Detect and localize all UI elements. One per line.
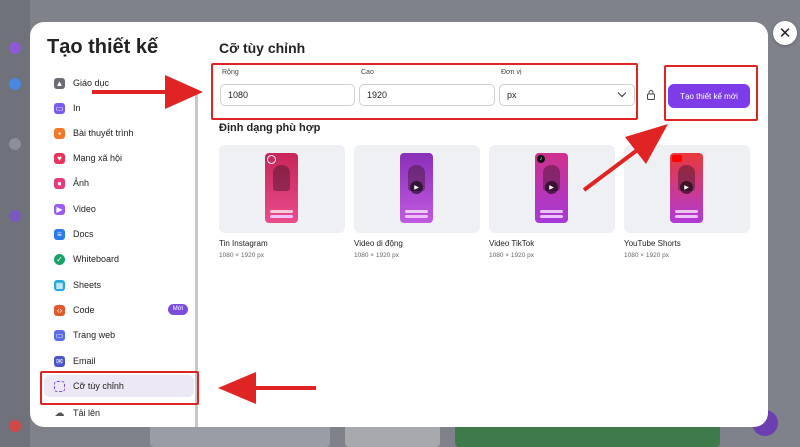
preview-line (540, 215, 563, 218)
sidebar-item-education[interactable]: ▲ Giáo dục (44, 72, 194, 94)
sidebar-item-print[interactable]: ▭ In (44, 97, 194, 119)
format-size: 1080 × 1920 px (354, 252, 399, 259)
preview-line (270, 215, 293, 218)
play-icon: ▶ (545, 181, 558, 194)
sidebar-item-photo[interactable]: ● Ảnh (44, 172, 194, 194)
cloud-upload-icon: ☁ (54, 407, 65, 419)
format-card-youtube-shorts[interactable]: ▶ (624, 145, 750, 233)
format-card-tiktok-video[interactable]: ▶ ♪ (489, 145, 615, 233)
sidebar-item-label: Video (73, 204, 96, 214)
format-size: 1080 × 1920 px (489, 252, 534, 259)
presentation-icon: ▪ (54, 127, 65, 139)
sidebar-item-label: Ảnh (73, 178, 90, 188)
format-size: 1080 × 1920 px (624, 252, 669, 259)
sidebar-item-label: Bài thuyết trình (73, 128, 134, 138)
format-name: Tin Instagram (219, 239, 268, 248)
sidebar-item-website[interactable]: ▭ Trang web (44, 324, 194, 346)
background-rail-dot (9, 78, 21, 90)
sidebar-item-label: Giáo dục (73, 78, 110, 88)
video-icon: ▶ (54, 203, 65, 215)
background-rail-dot (9, 42, 21, 54)
sidebar-item-social[interactable]: ♥ Mạng xã hội (44, 147, 194, 169)
sidebar-item-label: Tải lên (73, 408, 101, 418)
sidebar-item-label: Code (73, 305, 95, 315)
sidebar-item-email[interactable]: ✉ Email (44, 350, 194, 372)
custom-size-title: Cỡ tùy chỉnh (219, 40, 306, 56)
sidebar-item-label: Docs (73, 229, 94, 239)
format-card-mobile-video[interactable]: ▶ (354, 145, 480, 233)
instagram-icon (267, 155, 276, 164)
format-name: YouTube Shorts (624, 239, 681, 248)
preview-line (540, 210, 563, 213)
background-rail-dot (9, 138, 21, 150)
play-icon: ▶ (410, 181, 423, 194)
code-icon: ‹› (54, 304, 65, 316)
sidebar-item-docs[interactable]: ≡ Docs (44, 223, 194, 245)
website-icon: ▭ (54, 329, 65, 341)
lock-icon[interactable] (647, 90, 655, 102)
sidebar-item-label: Whiteboard (73, 254, 120, 264)
printer-icon: ▭ (54, 102, 65, 114)
camera-icon: ● (54, 177, 65, 189)
sidebar-item-label: Mạng xã hội (73, 153, 123, 163)
docs-icon: ≡ (54, 228, 65, 240)
annotation-box-create-button (664, 65, 758, 121)
phone-preview: ▶ (400, 153, 433, 223)
format-name: Video TikTok (489, 239, 535, 248)
background-rail-dot (9, 420, 21, 432)
background-rail-dot (9, 210, 21, 222)
format-name: Video di động (354, 239, 403, 248)
background-rail (0, 0, 30, 447)
sidebar-item-label: In (73, 103, 81, 113)
sidebar-item-code[interactable]: ‹› Code Mới (44, 299, 194, 321)
annotation-box-custom-size (40, 371, 199, 405)
format-card-instagram-story[interactable] (219, 145, 345, 233)
preview-line (270, 210, 293, 213)
suggested-formats-title: Định dạng phù hợp (219, 122, 321, 134)
sidebar-item-upload[interactable]: ☁ Tải lên (44, 402, 194, 424)
close-icon: ✕ (778, 25, 792, 42)
youtube-icon (672, 155, 682, 162)
tiktok-icon: ♪ (537, 155, 545, 163)
modal-title: Tạo thiết kế (47, 36, 159, 58)
graduation-cap-icon: ▲ (54, 77, 65, 89)
format-size: 1080 × 1920 px (219, 252, 264, 259)
sidebar-item-label: Trang web (73, 330, 116, 340)
whiteboard-icon: ✓ (54, 253, 65, 265)
sidebar-item-presentation[interactable]: ▪ Bài thuyết trình (44, 122, 194, 144)
close-button[interactable]: ✕ (773, 21, 797, 45)
heart-icon: ♥ (54, 152, 65, 164)
preview-line (675, 210, 698, 213)
sidebar-item-label: Sheets (73, 280, 102, 290)
play-icon: ▶ (680, 181, 693, 194)
sidebar-item-sheets[interactable]: ▦ Sheets (44, 274, 194, 296)
sidebar-item-label: Email (73, 356, 96, 366)
phone-preview: ▶ (535, 153, 568, 223)
sidebar-item-whiteboard[interactable]: ✓ Whiteboard (44, 248, 194, 270)
preview-line (405, 215, 428, 218)
preview-line (405, 210, 428, 213)
preview-line (675, 215, 698, 218)
phone-preview: ▶ (670, 153, 703, 223)
sheets-icon: ▦ (54, 279, 65, 291)
person-thumbnail (273, 165, 290, 191)
new-badge: Mới (167, 304, 188, 315)
sidebar-item-video[interactable]: ▶ Video (44, 198, 194, 220)
email-icon: ✉ (54, 355, 65, 367)
annotation-box-size-fields (211, 63, 638, 120)
